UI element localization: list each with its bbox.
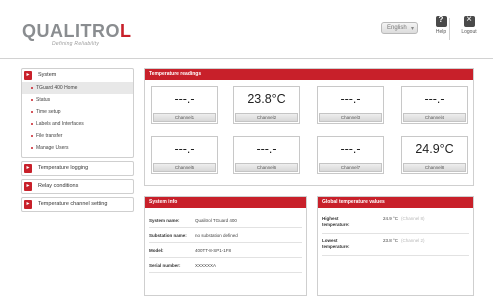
qualitrol-logo: QUALITROL Defining Reliability (22, 22, 132, 52)
expand-icon: ▸ (24, 182, 32, 191)
info-label: Serial number: (149, 263, 181, 268)
bullet-icon (31, 147, 33, 149)
global-value: 24.9 °C (383, 216, 399, 221)
logo-text: QUALITRO (22, 21, 120, 41)
channel-button[interactable]: Channel4 (403, 113, 466, 122)
app-header: QUALITROL Defining Reliability English ▾… (0, 0, 493, 58)
global-channel: (Channel 8) (401, 216, 425, 221)
expand-icon: ▸ (24, 164, 32, 173)
channel-value: ---.- (340, 142, 361, 156)
bullet-icon (31, 87, 33, 89)
channel-button[interactable]: Channel7 (319, 163, 382, 172)
channel-button[interactable]: Channel1 (153, 113, 216, 122)
channel-tile-6: ---.- Channel6 (233, 136, 300, 174)
channel-button[interactable]: Channel8 (403, 163, 466, 172)
nav-group-temperature-channel-setting: ▸ Temperature channel setting (21, 197, 134, 212)
channel-tile-1: ---.- Channel1 (151, 86, 218, 124)
info-row: Model: 400TT-8-SP1-1F8 (149, 243, 302, 258)
channel-tile-8: 24.9°C Channel8 (401, 136, 468, 174)
channel-value: 24.9°C (415, 142, 454, 156)
logo-tagline: Defining Reliability (52, 41, 100, 47)
channel-tile-3: ---.- Channel3 (317, 86, 384, 124)
nav-header-label: Temperature logging (38, 165, 89, 171)
sidebar-item-tguard-home[interactable]: TGuard 400 Home (22, 82, 133, 94)
sidebar-item-label: TGuard 400 Home (36, 85, 78, 91)
global-label: Lowest temperature: (322, 238, 350, 249)
nav-header-temperature-logging[interactable]: ▸ Temperature logging (22, 162, 133, 175)
channel-tile-7: ---.- Channel7 (317, 136, 384, 174)
channel-button[interactable]: Channel2 (235, 113, 298, 122)
info-row: Serial number: XXXXXXA (149, 258, 302, 273)
sidebar-item-label: Labels and Interfaces (36, 121, 84, 127)
sidebar-item-status[interactable]: Status (22, 94, 133, 106)
info-value: Qualitrol TGuard 400 (195, 218, 237, 223)
logout-label: Logout (461, 29, 477, 35)
info-value: no substation defined (195, 233, 238, 238)
header-divider (449, 18, 450, 40)
channel-tile-2: 23.8°C Channel2 (233, 86, 300, 124)
temperature-readings-panel: Temperature readings ---.- Channel1 23.8… (144, 68, 474, 186)
info-label: Model: (149, 248, 164, 253)
channel-button[interactable]: Channel3 (319, 113, 382, 122)
sidebar-item-file-transfer[interactable]: File transfer (22, 130, 133, 142)
global-temperature-panel: Global temperature values Highest temper… (317, 196, 474, 296)
bullet-icon (31, 99, 33, 101)
channel-value: ---.- (340, 92, 361, 106)
channel-value: 23.8°C (247, 92, 286, 106)
global-label: Highest temperature: (322, 216, 350, 227)
main-page: ▸ System TGuard 400 Home Status Time set… (0, 59, 493, 301)
sidebar-item-label: Time setup (36, 109, 61, 115)
nav-header-system[interactable]: ▸ System (22, 69, 133, 82)
sidebar-item-label: File transfer (36, 133, 63, 139)
global-value: 23.8 °C (383, 238, 399, 243)
sidebar-item-time-setup[interactable]: Time setup (22, 106, 133, 118)
global-row-highest: Highest temperature: 24.9 °C (Channel 8) (322, 212, 469, 234)
nav-header-label: System (38, 72, 57, 78)
global-channel: (Channel 2) (401, 238, 425, 243)
bullet-icon (31, 123, 33, 125)
nav-header-label: Relay conditions (38, 183, 79, 189)
chevron-down-icon: ▾ (410, 26, 414, 32)
channel-button[interactable]: Channel5 (153, 163, 216, 172)
nav-group-system: ▸ System TGuard 400 Home Status Time set… (21, 68, 134, 158)
system-info-panel: System info System name: Qualitrol TGuar… (144, 196, 307, 296)
bullet-icon (31, 135, 33, 137)
nav-group-temperature-logging: ▸ Temperature logging (21, 161, 134, 176)
sidebar: ▸ System TGuard 400 Home Status Time set… (21, 68, 134, 215)
logout-button[interactable]: Logout (458, 14, 480, 44)
logout-icon (463, 14, 475, 27)
channel-value: ---.- (424, 92, 445, 106)
sidebar-item-manage-users[interactable]: Manage Users (22, 142, 133, 154)
channel-tile-5: ---.- Channel5 (151, 136, 218, 174)
sidebar-item-labels-interfaces[interactable]: Labels and Interfaces (22, 118, 133, 130)
expand-icon: ▸ (24, 200, 32, 209)
help-icon (435, 15, 447, 27)
panel-title: Temperature readings (145, 69, 473, 80)
bullet-icon (31, 111, 33, 113)
channel-value: ---.- (174, 142, 195, 156)
logo-text-accent: L (120, 21, 132, 41)
panel-title: Global temperature values (318, 197, 473, 208)
info-value: 400TT-8-SP1-1F8 (195, 248, 232, 253)
language-value: English (387, 25, 407, 31)
nav-header-label: Temperature channel setting (38, 201, 108, 207)
nav-header-relay-conditions[interactable]: ▸ Relay conditions (22, 180, 133, 193)
channel-button[interactable]: Channel6 (235, 163, 298, 172)
info-label: System name: (149, 218, 180, 223)
nav-header-temperature-channel-setting[interactable]: ▸ Temperature channel setting (22, 198, 133, 211)
language-select[interactable]: English ▾ (381, 22, 418, 34)
channel-value: ---.- (256, 142, 277, 156)
panel-title: System info (145, 197, 306, 208)
nav-group-relay-conditions: ▸ Relay conditions (21, 179, 134, 194)
info-value: XXXXXXA (195, 263, 217, 268)
channel-tile-4: ---.- Channel4 (401, 86, 468, 124)
expand-icon: ▸ (24, 71, 32, 80)
sidebar-item-label: Manage Users (36, 145, 69, 151)
info-row: Substation name: no substation defined (149, 228, 302, 243)
global-row-lowest: Lowest temperature: 23.8 °C (Channel 2) (322, 234, 469, 256)
info-label: Substation name: (149, 233, 187, 238)
channel-value: ---.- (174, 92, 195, 106)
sidebar-item-label: Status (36, 97, 51, 103)
info-row: System name: Qualitrol TGuard 400 (149, 213, 302, 228)
